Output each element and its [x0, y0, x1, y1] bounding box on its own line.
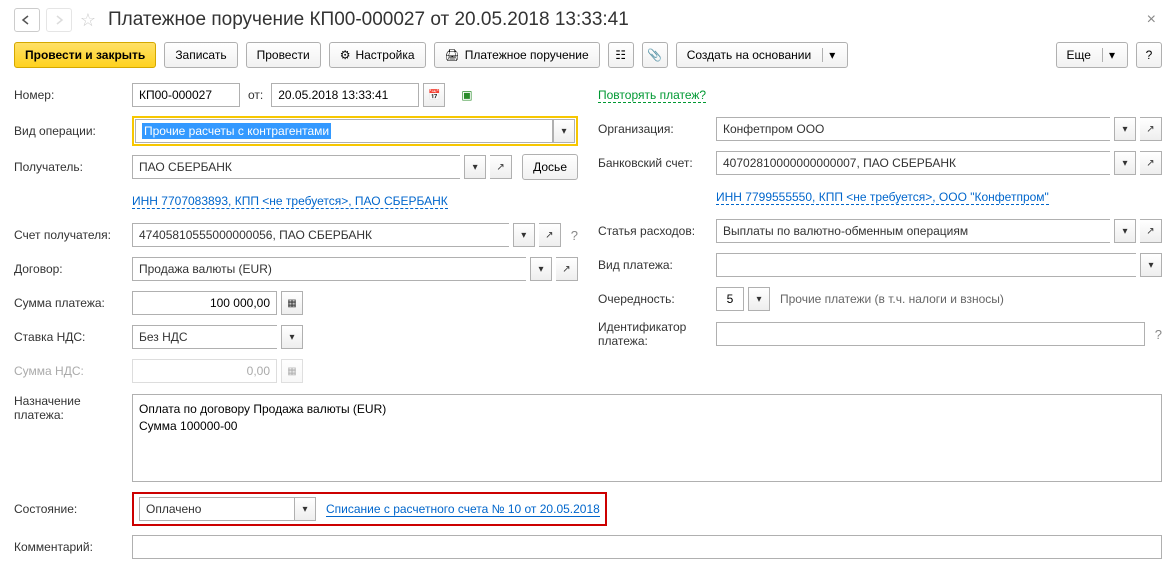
settings-button[interactable]: ⚙ Настройка [329, 42, 426, 68]
dropdown-button[interactable]: ▾ [1114, 117, 1136, 141]
bank-account-input[interactable]: 40702810000000000007, ПАО СБЕРБАНК [716, 151, 1110, 175]
calendar-button[interactable]: 📅 [423, 83, 445, 107]
number-input[interactable] [132, 83, 240, 107]
repeat-payment-link[interactable]: Повторять платеж? [598, 88, 706, 103]
nav-back-button[interactable] [14, 8, 40, 32]
op-type-label: Вид операции: [14, 124, 132, 138]
dropdown-button[interactable]: ▾ [553, 119, 575, 143]
printer-icon: 🖨 [445, 48, 460, 62]
expense-input[interactable]: Выплаты по валютно-обменным операциям [716, 219, 1110, 243]
open-button[interactable]: ↗ [1140, 151, 1162, 175]
recipient-inn-link[interactable]: ИНН 7707083893, КПП <не требуется>, ПАО … [132, 194, 448, 209]
dropdown-button[interactable]: ▾ [1114, 219, 1136, 243]
open-button[interactable]: ↗ [1140, 219, 1162, 243]
chevron-down-icon: ▾ [561, 126, 566, 137]
comment-input[interactable] [132, 535, 1162, 559]
recipient-label: Получатель: [14, 160, 132, 174]
expense-label: Статья расходов: [598, 224, 716, 238]
dropdown-button[interactable]: ▾ [1140, 253, 1162, 277]
payment-id-input[interactable] [716, 322, 1145, 346]
bank-account-label: Банковский счет: [598, 156, 716, 170]
dropdown-button[interactable]: ▾ [530, 257, 552, 281]
calculator-icon: ▦ [287, 298, 296, 309]
dropdown-button[interactable]: ▾ [281, 325, 303, 349]
open-button[interactable]: ↗ [556, 257, 578, 281]
help-button[interactable]: ? [1136, 42, 1162, 68]
recipient-input[interactable]: ПАО СБЕРБАНК [132, 155, 460, 179]
nav-forward-button[interactable] [46, 8, 72, 32]
pay-type-label: Вид платежа: [598, 258, 716, 272]
vat-rate-select[interactable]: Без НДС [132, 325, 277, 349]
purpose-textarea[interactable] [132, 394, 1162, 482]
op-type-select[interactable]: Прочие расчеты с контрагентами [135, 119, 553, 143]
structure-icon: ☷ [615, 48, 626, 62]
more-button[interactable]: Еще ▾ [1056, 42, 1128, 68]
dropdown-button[interactable]: ▾ [294, 497, 316, 521]
vat-rate-label: Ставка НДС: [14, 330, 132, 344]
vat-sum-label: Сумма НДС: [14, 364, 132, 378]
favorite-star-icon[interactable]: ☆ [78, 10, 98, 30]
paperclip-icon: 📎 [647, 48, 662, 62]
dropdown-button[interactable]: ▾ [464, 155, 486, 179]
priority-input[interactable] [716, 287, 744, 311]
help-icon[interactable]: ? [1155, 327, 1162, 342]
status-label: Состояние: [14, 502, 132, 516]
chevron-down-icon: ▾ [1102, 48, 1121, 62]
close-icon[interactable]: × [1141, 11, 1162, 29]
vat-sum-input [132, 359, 277, 383]
calendar-icon: 📅 [428, 90, 440, 101]
contract-label: Договор: [14, 262, 132, 276]
status-select[interactable]: Оплачено [139, 497, 294, 521]
payment-id-label: Идентификатор платежа: [598, 320, 716, 349]
from-label: от: [248, 88, 263, 102]
open-button[interactable]: ↗ [1140, 117, 1162, 141]
chevron-down-icon: ▾ [822, 48, 841, 62]
status-stamp-icon[interactable]: ▣ [461, 88, 472, 102]
pay-type-select[interactable] [716, 253, 1136, 277]
attachments-button[interactable]: 📎 [642, 42, 668, 68]
post-and-close-button[interactable]: Провести и закрыть [14, 42, 156, 68]
number-label: Номер: [14, 88, 132, 102]
dropdown-button[interactable]: ▾ [1114, 151, 1136, 175]
dossier-button[interactable]: Досье [522, 154, 578, 180]
comment-label: Комментарий: [14, 540, 132, 554]
dropdown-button[interactable]: ▾ [748, 287, 770, 311]
structure-button[interactable]: ☷ [608, 42, 634, 68]
print-payment-order-button[interactable]: 🖨 Платежное поручение [434, 42, 600, 68]
amount-input[interactable] [132, 291, 277, 315]
priority-hint: Прочие платежи (в т.ч. налоги и взносы) [780, 292, 1004, 306]
open-button[interactable]: ↗ [490, 155, 512, 179]
recipient-account-label: Счет получателя: [14, 228, 132, 242]
create-based-on-button[interactable]: Создать на основании ▾ [676, 42, 849, 68]
help-icon[interactable]: ? [571, 228, 578, 243]
purpose-label: Назначение платежа: [14, 394, 132, 423]
page-title: Платежное поручение КП00-000027 от 20.05… [108, 9, 629, 31]
calculator-button: ▦ [281, 359, 303, 383]
writeoff-document-link[interactable]: Списание с расчетного счета № 10 от 20.0… [326, 502, 600, 517]
save-button[interactable]: Записать [164, 42, 237, 68]
org-label: Организация: [598, 122, 716, 136]
org-input[interactable]: Конфетпром ООО [716, 117, 1110, 141]
recipient-account-input[interactable]: 47405810555000000056, ПАО СБЕРБАНК [132, 223, 509, 247]
amount-label: Сумма платежа: [14, 296, 132, 310]
org-inn-link[interactable]: ИНН 7799555550, КПП <не требуется>, ООО … [716, 190, 1049, 205]
dropdown-button[interactable]: ▾ [513, 223, 535, 247]
gear-icon: ⚙ [340, 48, 351, 62]
date-input[interactable] [271, 83, 419, 107]
post-button[interactable]: Провести [246, 42, 321, 68]
calculator-button[interactable]: ▦ [281, 291, 303, 315]
open-button[interactable]: ↗ [539, 223, 561, 247]
contract-input[interactable]: Продажа валюты (EUR) [132, 257, 526, 281]
priority-label: Очередность: [598, 292, 716, 306]
